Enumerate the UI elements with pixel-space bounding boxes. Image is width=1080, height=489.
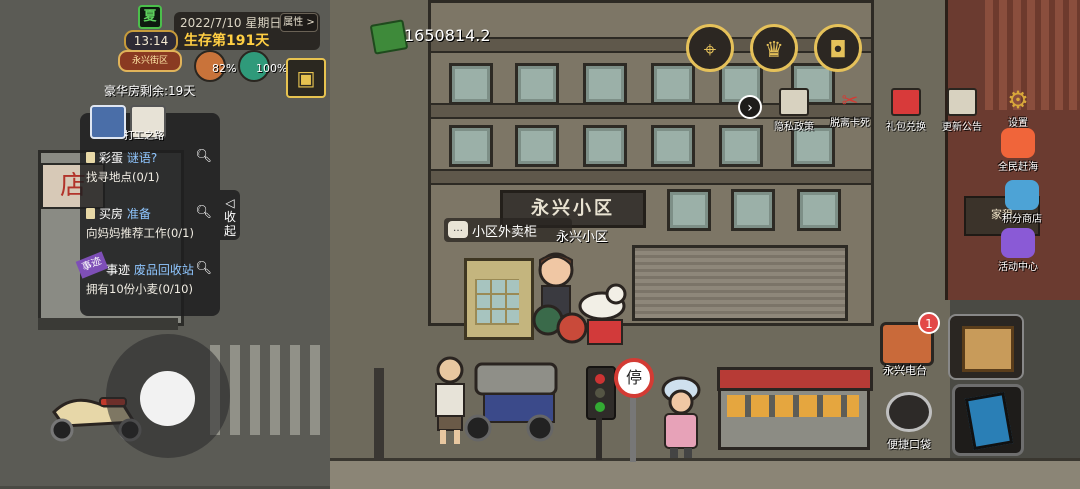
privacy-policy-button[interactable]: 隐私政策 [764,88,824,133]
task-panel: 打工之路 彩蛋 谜语? 找寻地点(0/1) 🔍︎ 买房 准备 向妈妈推荐工作(0… [75,105,220,316]
window [515,63,559,105]
points-shop-button[interactable]: 积分商店 [990,180,1054,225]
sign-pole [630,396,636,462]
achievements-button[interactable]: ♛ [750,24,798,72]
window [583,63,627,105]
quick-pocket-button[interactable]: 便捷口袋 [880,392,938,451]
gift-icon [891,88,921,116]
task-detail: 找寻地点(0/1) [86,170,160,184]
map-button[interactable]: ⌖ [686,24,734,72]
shop-icon [1005,180,1039,210]
gift-redeem-button[interactable]: 礼包兑换 [876,88,936,133]
object-label-text: 小区外卖柜 [472,225,538,240]
beachcombing-button[interactable]: 全民赶海 [986,128,1050,173]
curb [330,458,1080,489]
task-item[interactable]: 买房 准备 向妈妈推荐工作(0/1) 🔍︎ [86,205,216,241]
health-value: 100% [256,62,288,75]
notification-badge: 1 [918,312,940,334]
traffic-light-pole [596,414,602,460]
window [797,189,841,231]
window [651,125,695,167]
shop-base [38,318,178,330]
no-parking-sign: 停 [614,358,654,398]
activity-center-button[interactable]: 活动中心 [986,228,1050,273]
locker-grid [475,279,519,325]
note-icon [86,152,95,163]
crate-icon [962,326,1014,372]
window [583,125,627,167]
crab-icon [1001,128,1035,158]
season-badge: 夏 [138,5,162,29]
map-icon: ⌖ [703,38,717,63]
task-item[interactable]: 彩蛋 谜语? 找寻地点(0/1) 🔍︎ [86,149,216,185]
window [449,125,493,167]
gear-icon: ⚙ [1007,86,1029,114]
money-amount: 1650814.2 [404,26,491,45]
game-clock: 13:14 [124,30,178,52]
district-banner: 永兴街区 [118,50,182,72]
search-icon[interactable]: 🔍︎ [195,261,212,276]
phone-button[interactable] [952,384,1024,456]
window [651,63,695,105]
stall-awning [717,367,873,391]
hunger-value: 82% [212,62,237,75]
survival-days: 生存第191天 [184,33,270,49]
game-date: 2022/7/10 星期日 [180,16,282,30]
window [449,63,493,105]
hunger-stat[interactable]: 82% [194,50,238,82]
floor-band [431,37,871,53]
traffic-light [586,366,616,420]
backpack-icon: ◘ [829,38,847,63]
radio-label: 永兴电台 [883,364,927,377]
settings-button[interactable]: ⚙ 设置 [988,88,1048,129]
task-item[interactable]: 事迹 废品回收站 拥有10份小麦(0/10) 🔍︎ [86,261,216,297]
tricycle [458,362,560,444]
collapse-button[interactable]: ◁ 收起 [220,190,240,240]
window [731,189,775,231]
grandma-npc[interactable] [656,376,706,460]
window [667,189,711,231]
object-label[interactable]: … 小区外卖柜 [444,218,572,242]
health-stat[interactable]: 100% [238,50,288,82]
cash-icon [369,19,409,55]
tv-icon [1001,228,1035,258]
task-detail: 向妈妈推荐工作(0/1) [86,226,194,240]
chat-bubble-icon: … [448,221,468,238]
phone-icon [964,391,1014,451]
pocket-icon [886,392,932,432]
joystick-knob[interactable] [140,371,195,426]
clipboard-icon[interactable] [90,105,126,139]
chevron-right-icon: › [747,100,753,116]
collapse-arrow-icon: ◁ [225,196,235,210]
attributes-button[interactable]: 属性 > [280,13,318,32]
trophy-icon: ♛ [764,38,784,63]
food-stall[interactable] [717,367,873,450]
street-lamp [374,368,384,460]
note-icon [86,208,95,219]
delivery-box-button[interactable] [948,314,1024,380]
unstuck-button[interactable]: ✂ 脱离卡死 [820,88,880,129]
player-character-with-dog [532,250,628,350]
stall-food [727,395,859,417]
delivery-locker[interactable] [464,258,534,340]
unstuck-icon: ✂ [841,88,859,112]
luxury-room-remaining: 豪华房剩余:19天 [104,84,196,98]
window [719,125,763,167]
window [515,125,559,167]
search-icon[interactable]: 🔍︎ [195,205,212,220]
shutter-door [632,245,848,321]
expand-menu-button[interactable]: › [738,95,762,119]
search-icon[interactable]: 🔍︎ [195,149,212,164]
backpack-button[interactable]: ◘ [814,24,862,72]
announcement-icon [947,88,977,116]
announcement-button[interactable]: 更新公告 [932,88,992,133]
document-icon [779,88,809,116]
work-road-label: 打工之路 [124,131,164,142]
bag-button[interactable]: ▣ [286,58,326,98]
location-label: 永兴小区 [556,230,609,245]
bag-icon: ▣ [296,66,316,90]
radio-button[interactable]: 1 永兴电台 [876,312,940,382]
floor-band [431,169,871,185]
task-detail: 拥有10份小麦(0/10) [86,282,193,296]
